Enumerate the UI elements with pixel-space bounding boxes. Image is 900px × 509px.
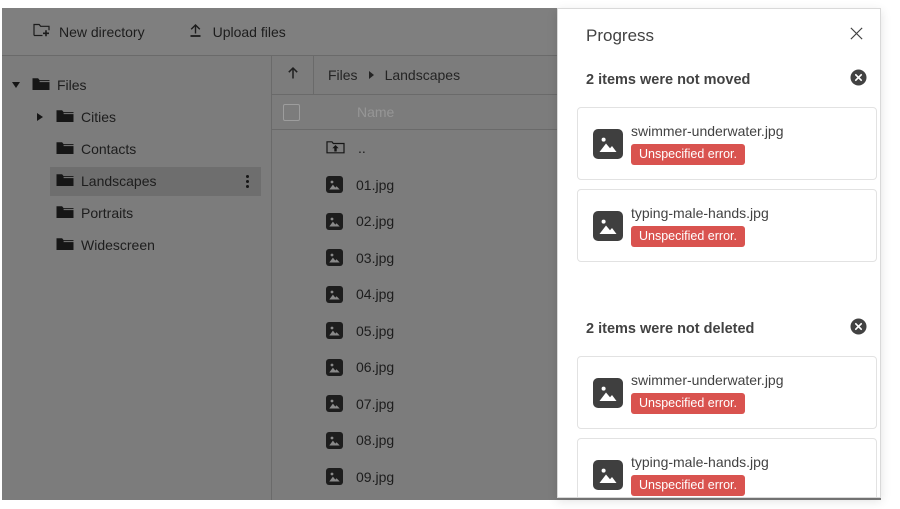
page: New directory Upload files <box>0 0 900 509</box>
section-header: 2 items were not deleted <box>586 321 850 337</box>
tree-item-label: Landscapes <box>81 173 157 189</box>
file-name: 09.jpg <box>356 469 394 485</box>
tree-item-label: Widescreen <box>81 237 155 253</box>
image-file-icon <box>593 460 623 490</box>
breadcrumb-item[interactable]: Landscapes <box>385 67 461 83</box>
dialog-titlebar: Progress <box>558 9 880 55</box>
folder-icon <box>56 173 74 190</box>
file-name: 05.jpg <box>356 323 394 339</box>
tree-item-widescreen[interactable]: Widescreen <box>2 229 271 261</box>
close-icon <box>849 26 864 46</box>
tree-item-label: Portraits <box>81 205 133 221</box>
image-file-icon <box>593 378 623 408</box>
name-column-header[interactable]: Name <box>357 104 394 120</box>
error-badge: Unspecified error. <box>631 393 745 414</box>
upload-files-button[interactable]: Upload files <box>187 22 286 41</box>
failed-file-name: swimmer-underwater.jpg <box>631 123 784 139</box>
dialog-title: Progress <box>586 26 848 46</box>
breadcrumb: Files Landscapes <box>314 56 460 94</box>
file-name: .. <box>358 140 366 156</box>
folder-tree: Files Cities Contacts <box>2 56 272 500</box>
context-menu-dots-icon[interactable] <box>246 175 255 188</box>
error-badge: Unspecified error. <box>631 144 745 165</box>
new-directory-label: New directory <box>59 24 145 40</box>
caret-right-icon[interactable] <box>37 113 43 121</box>
failed-file-name: typing-male-hands.jpg <box>631 454 769 470</box>
image-file-icon <box>326 432 343 449</box>
image-file-icon <box>326 249 343 266</box>
file-name: 06.jpg <box>356 359 394 375</box>
file-name: 07.jpg <box>356 396 394 412</box>
error-badge: Unspecified error. <box>631 475 745 496</box>
folder-plus-icon <box>33 22 50 41</box>
tree-item-files[interactable]: Files <box>2 69 271 101</box>
breadcrumb-item[interactable]: Files <box>328 67 358 83</box>
image-file-icon <box>326 213 343 230</box>
navigate-up-button[interactable] <box>272 56 314 94</box>
failed-item-card: typing-male-hands.jpg Unspecified error. <box>577 189 877 262</box>
arrow-up-icon <box>285 65 301 86</box>
image-file-icon <box>593 211 623 241</box>
file-name: 01.jpg <box>356 177 394 193</box>
image-file-icon <box>593 129 623 159</box>
dismiss-section-icon[interactable] <box>850 318 867 340</box>
image-file-icon <box>326 395 343 412</box>
image-file-icon <box>326 468 343 485</box>
file-name: 08.jpg <box>356 432 394 448</box>
progress-dialog: Progress 2 items were not moved <box>557 8 881 498</box>
tree-item-portraits[interactable]: Portraits <box>2 197 271 229</box>
image-file-icon <box>326 359 343 376</box>
folder-icon <box>56 109 74 126</box>
folder-icon <box>56 141 74 158</box>
image-file-icon <box>326 286 343 303</box>
select-all-checkbox[interactable] <box>283 104 300 121</box>
upload-files-label: Upload files <box>213 24 286 40</box>
dismiss-section-icon[interactable] <box>850 69 867 91</box>
new-directory-button[interactable]: New directory <box>33 22 145 41</box>
folder-up-icon <box>326 139 345 157</box>
failed-item-card: swimmer-underwater.jpg Unspecified error… <box>577 356 877 429</box>
dialog-body: 2 items were not moved swimmer-underwate… <box>558 69 880 498</box>
tree-item-label: Files <box>57 77 87 93</box>
tree-item-label: Contacts <box>81 141 136 157</box>
file-name: 03.jpg <box>356 250 394 266</box>
caret-down-icon[interactable] <box>12 82 20 88</box>
failed-item-card: swimmer-underwater.jpg Unspecified error… <box>577 107 877 180</box>
folder-icon <box>56 205 74 222</box>
error-badge: Unspecified error. <box>631 226 745 247</box>
tree-item-landscapes[interactable]: Landscapes <box>2 165 271 197</box>
tree-item-cities[interactable]: Cities <box>2 101 271 133</box>
folder-icon <box>56 237 74 254</box>
progress-section: 2 items were not moved swimmer-underwate… <box>558 69 880 262</box>
progress-section: 2 items were not deleted swimmer-underwa… <box>558 318 880 498</box>
section-header: 2 items were not moved <box>586 72 850 88</box>
file-name: 04.jpg <box>356 286 394 302</box>
file-name: 02.jpg <box>356 213 394 229</box>
failed-file-name: typing-male-hands.jpg <box>631 205 769 221</box>
failed-item-card: typing-male-hands.jpg Unspecified error. <box>577 438 877 498</box>
upload-icon <box>187 22 204 41</box>
folder-icon <box>32 77 50 94</box>
image-file-icon <box>326 176 343 193</box>
tree-item-contacts[interactable]: Contacts <box>2 133 271 165</box>
breadcrumb-separator-icon <box>369 71 374 79</box>
tree-item-label: Cities <box>81 109 116 125</box>
failed-file-name: swimmer-underwater.jpg <box>631 372 784 388</box>
image-file-icon <box>326 322 343 339</box>
dialog-close-button[interactable] <box>848 28 864 44</box>
